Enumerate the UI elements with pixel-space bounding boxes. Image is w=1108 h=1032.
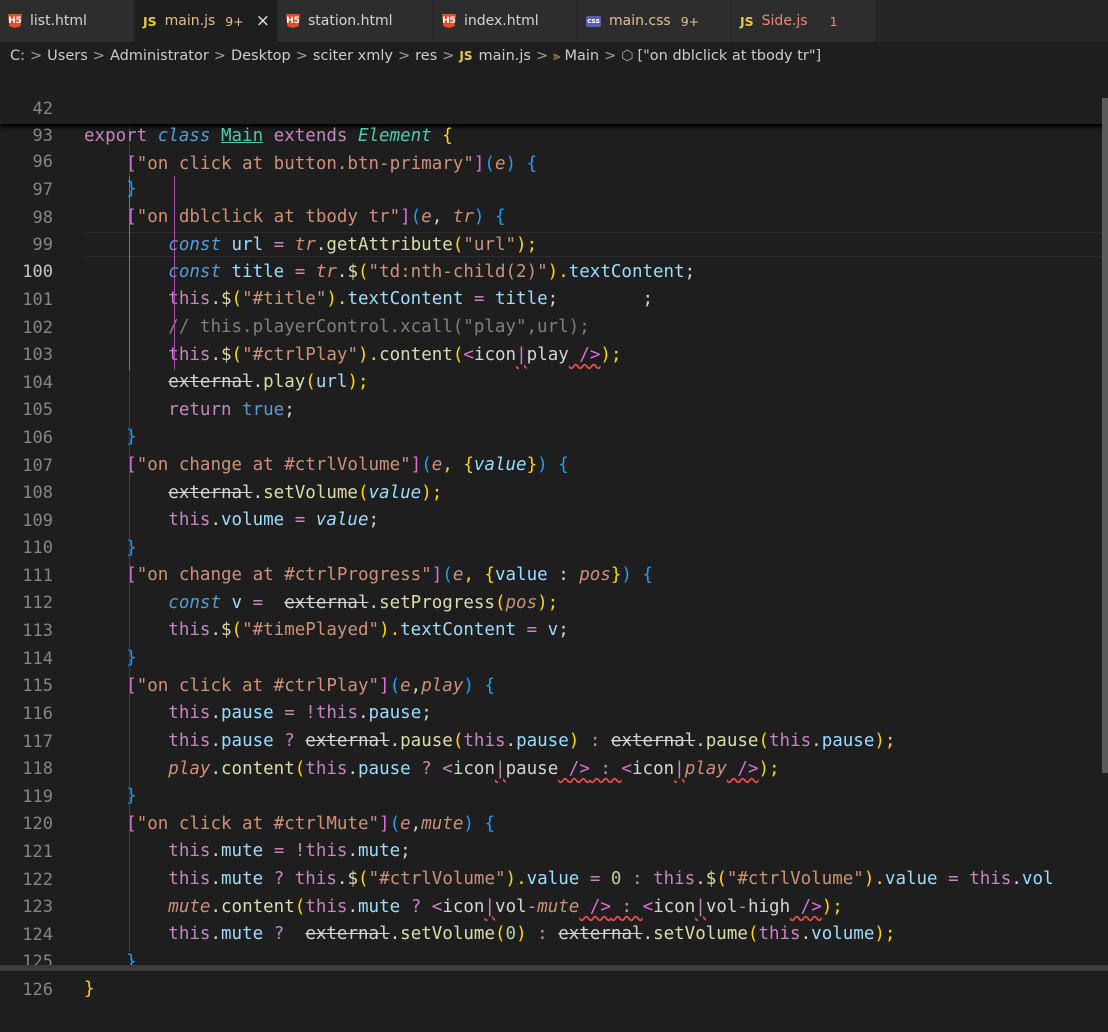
sticky-scroll-header: 42 export class Main extends Element { 9… bbox=[0, 68, 1108, 174]
js-file-icon: JS bbox=[740, 13, 754, 29]
editor-tab-bar: H5 list.html JS main.js 9+ × H5 station.… bbox=[0, 0, 1108, 43]
code-line: 115 this.pause = !this.pause; bbox=[0, 645, 1108, 724]
horizontal-scrollbar[interactable] bbox=[0, 965, 1108, 971]
code-line: 126 bbox=[0, 949, 1108, 1000]
active-indent-guide bbox=[129, 176, 130, 370]
code-line: 109 } bbox=[0, 480, 1108, 559]
tab-main-css[interactable]: css main.css 9+ bbox=[578, 0, 732, 42]
chevron-right-icon: > bbox=[397, 48, 411, 64]
breadcrumb: C: > Users > Administrator > Desktop > scite… bbox=[0, 43, 1108, 69]
code-line: 123 this.mute ? external.setVolume(0) : … bbox=[0, 866, 1108, 945]
css-file-icon: css bbox=[586, 15, 601, 27]
code-line: 105 } bbox=[0, 369, 1108, 448]
vertical-scrollbar[interactable] bbox=[1102, 98, 1108, 773]
code-line: 122 mute.content(this.mute ? <icon|vol-m… bbox=[0, 839, 1108, 918]
chevron-right-icon: > bbox=[442, 48, 455, 64]
code-line: 113 } bbox=[0, 590, 1108, 669]
tab-label: main.css bbox=[609, 13, 671, 29]
code-line: 108 this.volume = value; bbox=[0, 452, 1108, 531]
code-line: 125 } bbox=[0, 921, 1108, 1000]
chevron-right-icon: > bbox=[535, 48, 549, 64]
breadcrumb-drive[interactable]: C: bbox=[10, 48, 25, 64]
code-line: 114 ["on click at #ctrlPlay"](e,play) { bbox=[0, 618, 1108, 697]
js-file-icon: JS bbox=[459, 49, 473, 63]
breadcrumb-administrator[interactable]: Administrator bbox=[110, 48, 209, 64]
tab-list-html[interactable]: H5 list.html bbox=[0, 0, 135, 42]
code-editor[interactable]: 42 export class Main extends Element { 9… bbox=[0, 68, 1108, 1000]
js-file-icon: JS bbox=[143, 13, 157, 29]
chevron-right-icon: > bbox=[295, 48, 308, 64]
active-indent-guide bbox=[174, 176, 175, 370]
breadcrumb-res[interactable]: res bbox=[415, 48, 437, 64]
problem-count-badge: 9+ bbox=[680, 13, 700, 29]
html-file-icon: H5 bbox=[8, 14, 22, 28]
code-line: 100 this.$("#title").textContent = title… bbox=[0, 231, 1108, 310]
code-line: 106 ["on change at #ctrlVolume"](e, {val… bbox=[0, 397, 1108, 476]
chevron-right-icon: > bbox=[604, 48, 617, 64]
breadcrumb-method[interactable]: ["on dblclick at tbody tr"] bbox=[637, 48, 821, 64]
tab-label: station.html bbox=[308, 13, 393, 29]
code-line: 118 } bbox=[0, 728, 1108, 807]
code-line: 98 const url = tr.getAttribute("url"); bbox=[0, 177, 1108, 256]
problem-count-badge: 9+ bbox=[225, 13, 244, 29]
code-line: 112 this.$("#timePlayed").textContent = … bbox=[0, 562, 1108, 641]
breadcrumb-class[interactable]: Main bbox=[564, 48, 599, 64]
tab-station-html[interactable]: H5 station.html bbox=[278, 0, 434, 42]
code-line: 107 external.setVolume(value); bbox=[0, 425, 1108, 504]
problem-count-badge: 1 bbox=[829, 13, 838, 29]
html-file-icon: H5 bbox=[442, 14, 456, 28]
code-line: 99 const title = tr.$("td:nth-child(2)")… bbox=[0, 204, 1108, 283]
code-line: 116 this.pause ? external.pause(this.pau… bbox=[0, 673, 1108, 752]
close-icon[interactable]: × bbox=[256, 11, 270, 31]
html-file-icon: H5 bbox=[286, 14, 300, 28]
breadcrumb-users[interactable]: Users bbox=[47, 48, 88, 64]
code-line: 93 ["on click at button.btn-primary"](e)… bbox=[0, 96, 1108, 174]
code-line: 42 export class Main extends Element { bbox=[0, 68, 1108, 147]
breadcrumb-desktop[interactable]: Desktop bbox=[231, 48, 291, 64]
code-line: 110 ["on change at #ctrlProgress"](e, {v… bbox=[0, 507, 1108, 586]
tab-side-js[interactable]: JS Side.js 1 bbox=[732, 0, 876, 42]
code-line: 117 play.content(this.pause ? <icon|paus… bbox=[0, 701, 1108, 780]
chevron-right-icon: > bbox=[213, 48, 226, 64]
code-line: 124 } bbox=[0, 894, 1108, 973]
breadcrumb-project[interactable]: sciter xmly bbox=[313, 48, 393, 64]
class-symbol-icon: ⫸ bbox=[553, 48, 561, 64]
line-number: 126 bbox=[22, 979, 53, 1000]
breadcrumb-file[interactable]: main.js bbox=[479, 48, 531, 64]
code-line: 121 this.mute ? this.$("#ctrlVolume").va… bbox=[0, 811, 1108, 890]
tab-label: index.html bbox=[464, 13, 539, 29]
line-number: 93 bbox=[32, 126, 53, 147]
code-line: 119 ["on click at #ctrlMute"](e,mute) { bbox=[0, 756, 1108, 835]
chevron-right-icon: > bbox=[30, 48, 43, 64]
code-line: 102 this.$("#ctrlPlay").content(<icon|pl… bbox=[0, 287, 1108, 366]
tab-label: main.js bbox=[164, 13, 216, 29]
tab-label: list.html bbox=[30, 13, 87, 29]
code-line: 101 // this.playerControl.xcall("play",u… bbox=[0, 259, 1108, 338]
method-symbol-icon: ⬡ bbox=[621, 48, 634, 64]
tab-label: Side.js bbox=[761, 13, 808, 29]
tab-index-html[interactable]: H5 index.html bbox=[434, 0, 578, 42]
code-line: 103 external.play(url); bbox=[0, 314, 1108, 393]
code-line: 104 return true; bbox=[0, 342, 1108, 421]
code-line: 120 this.mute = !this.mute; bbox=[0, 783, 1108, 862]
chevron-right-icon: > bbox=[92, 48, 105, 64]
code-line: 111 const v = external.setProgress(pos); bbox=[0, 535, 1108, 614]
tab-main-js[interactable]: JS main.js 9+ × bbox=[135, 0, 278, 42]
